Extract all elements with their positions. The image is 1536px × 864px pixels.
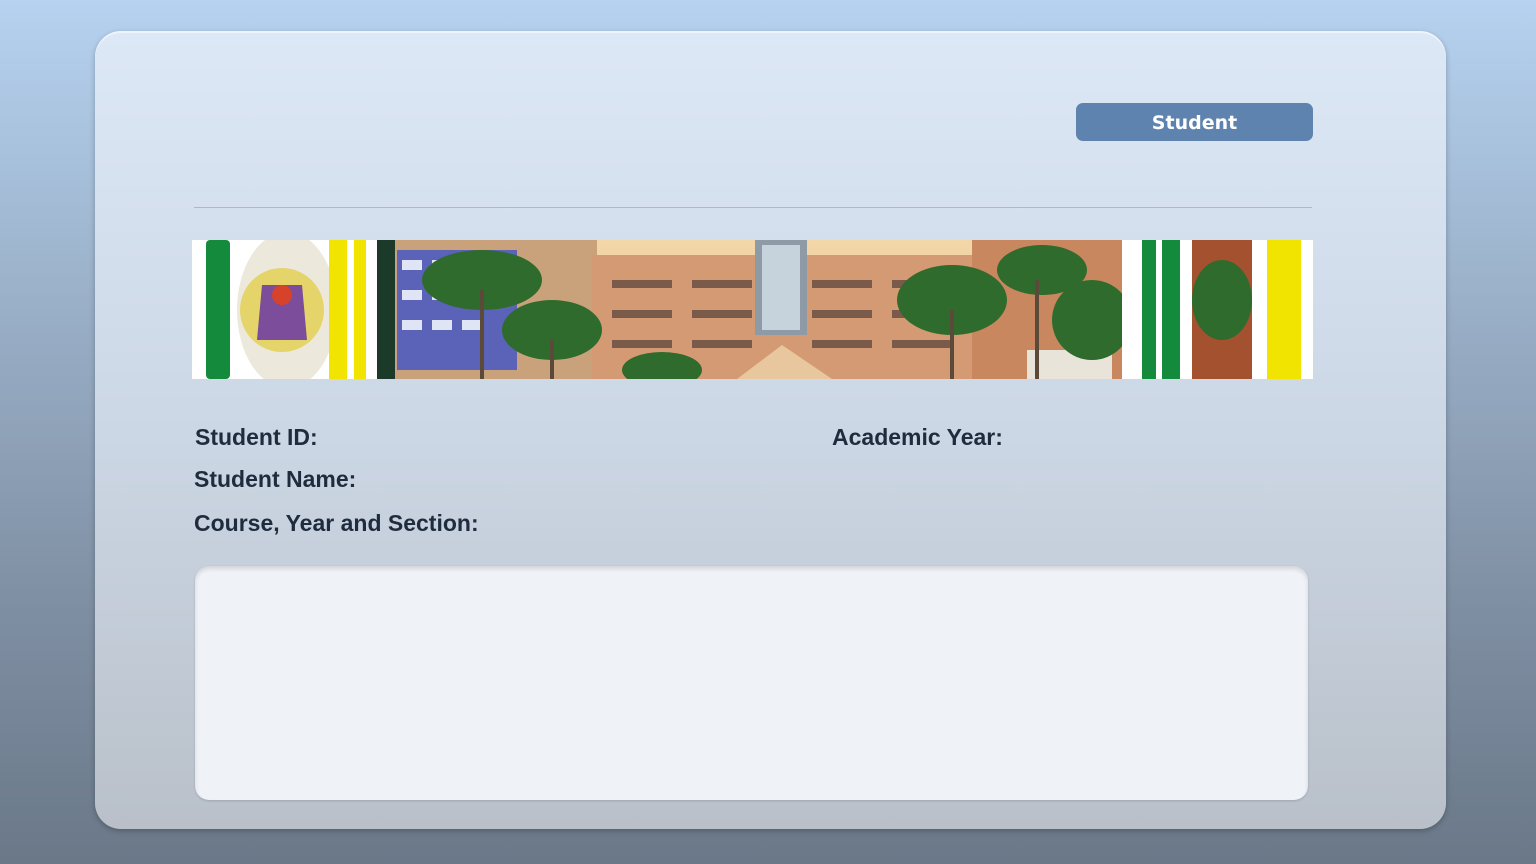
- campus-banner-image: [192, 240, 1313, 379]
- header-divider: [194, 207, 1312, 208]
- student-id-label: Student ID:: [195, 424, 318, 450]
- student-name-label: Student Name:: [194, 466, 357, 492]
- campus-banner: [192, 240, 1313, 379]
- academic-year-label: Academic Year:: [832, 424, 1003, 450]
- student-role-button[interactable]: Student: [1076, 103, 1313, 141]
- course-year-section-label: Course, Year and Section:: [194, 510, 479, 536]
- content-panel: [195, 566, 1308, 800]
